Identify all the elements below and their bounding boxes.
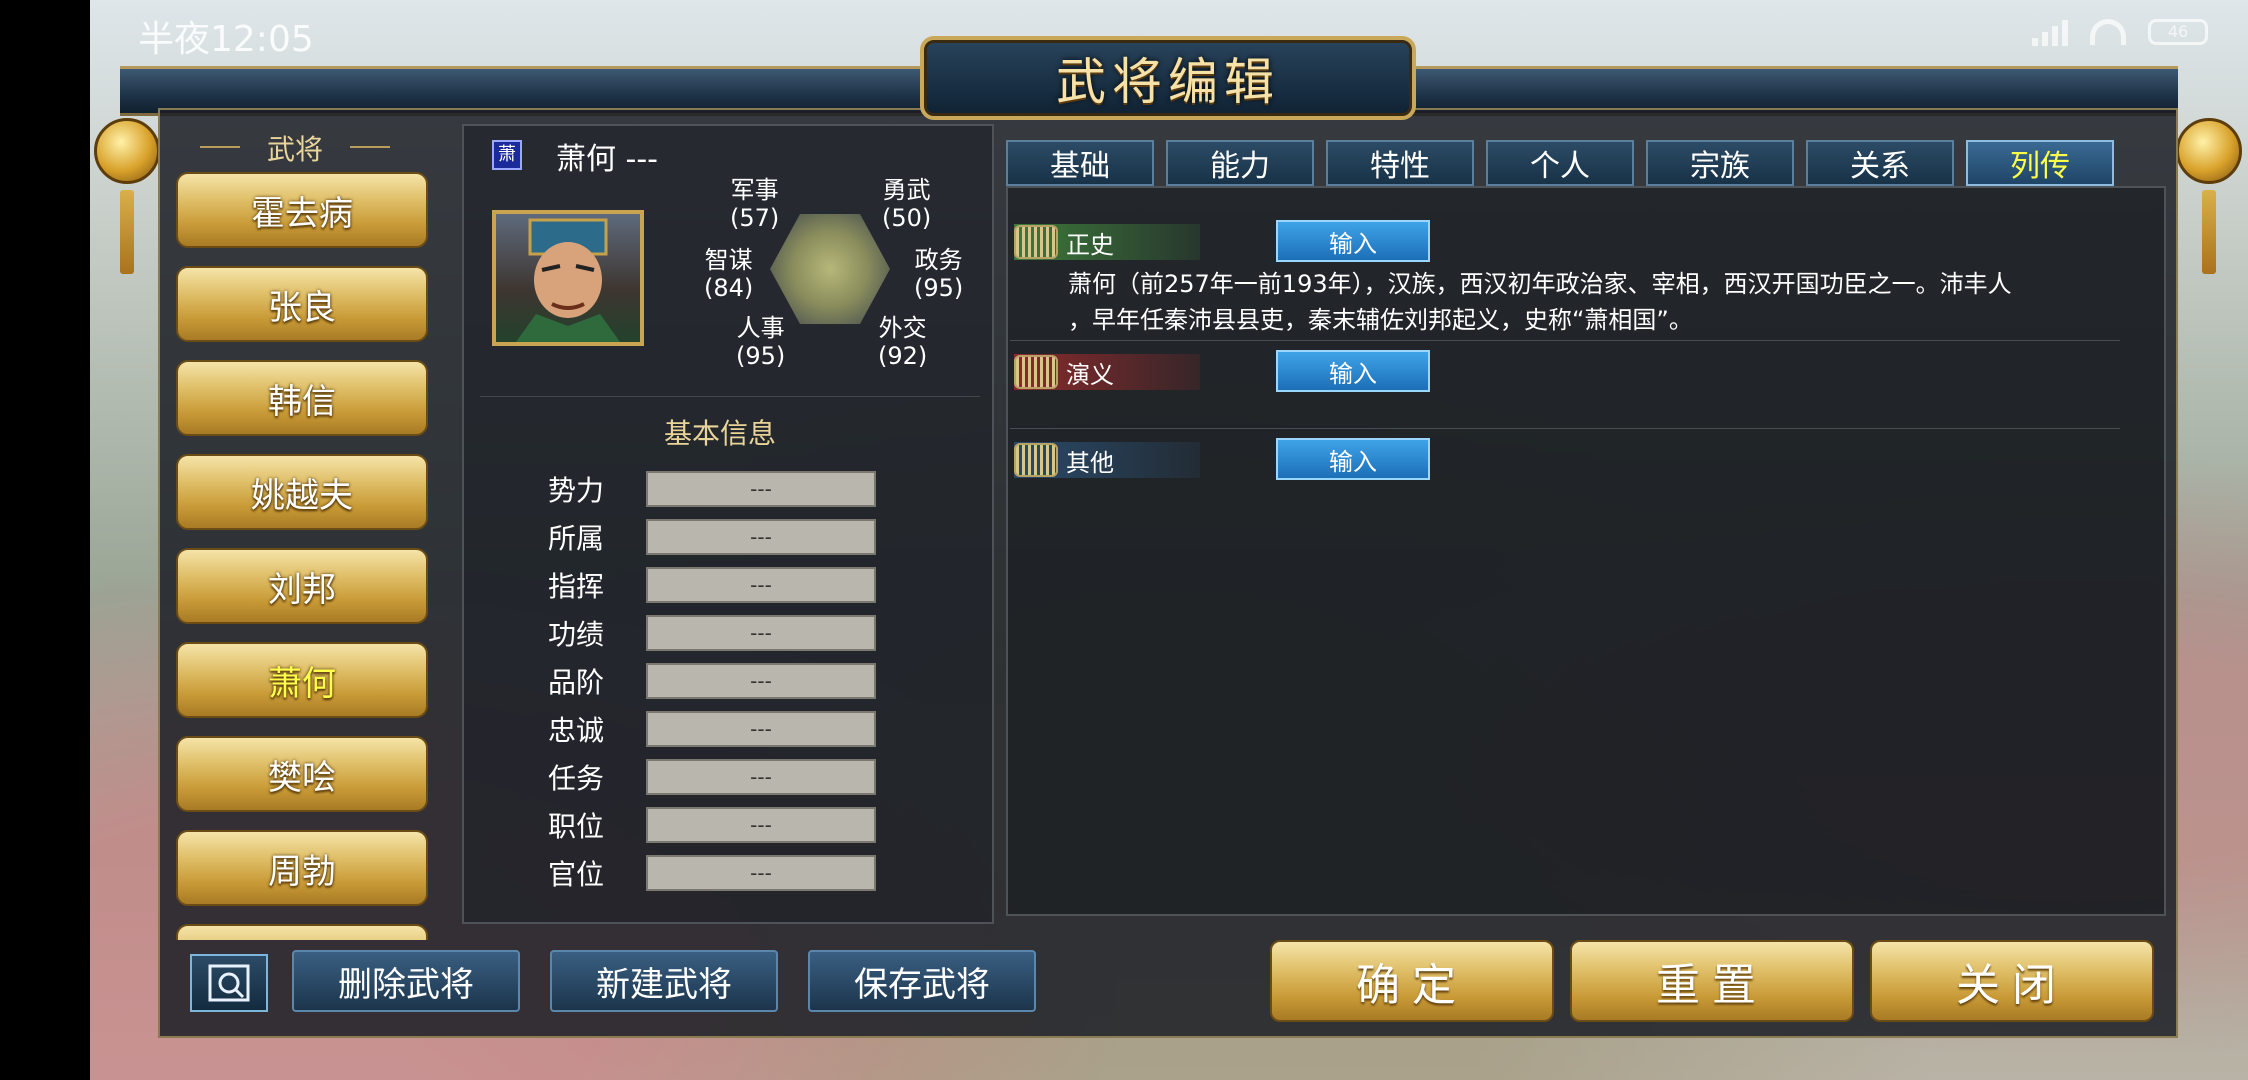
portrait-image[interactable]	[492, 210, 644, 346]
general-item-partial[interactable]	[176, 924, 428, 940]
info-row-command: 指挥 ---	[548, 564, 878, 606]
info-value[interactable]: ---	[646, 807, 876, 843]
section-divider	[1010, 428, 2120, 429]
stat-personnel: 人事 (95)	[736, 314, 786, 370]
info-value[interactable]: ---	[646, 663, 876, 699]
scroll-icon	[1014, 355, 1058, 389]
status-icons: 46	[2032, 18, 2208, 46]
search-button[interactable]	[190, 954, 268, 1012]
tab-biography[interactable]: 列传	[1966, 140, 2114, 186]
info-row-office: 官位 ---	[548, 852, 878, 894]
character-name: 萧何 ---	[556, 142, 659, 177]
status-time: 半夜12:05	[138, 19, 314, 60]
info-value[interactable]: ---	[646, 567, 876, 603]
info-row-position: 职位 ---	[548, 804, 878, 846]
battery-icon: 46	[2148, 19, 2208, 45]
stat-valor: 勇武 (50)	[882, 176, 932, 232]
general-item[interactable]: 姚越夫	[176, 454, 428, 530]
right-tassel-icon	[2202, 190, 2216, 274]
profile-divider	[480, 396, 980, 397]
scroll-icon	[1014, 225, 1058, 259]
signal-icon	[2032, 18, 2068, 46]
general-item[interactable]: 霍去病	[176, 172, 428, 248]
info-row-faction: 势力 ---	[548, 468, 878, 510]
portrait-face-icon	[516, 218, 620, 342]
general-item[interactable]: 张良	[176, 266, 428, 342]
close-button[interactable]: 关闭	[1870, 940, 2154, 1022]
confirm-button[interactable]: 确定	[1270, 940, 1554, 1022]
tab-bar: 基础 能力 特性 个人 宗族 关系 列传	[1006, 140, 2114, 186]
section-other: 其他	[1014, 442, 1200, 478]
general-item[interactable]: 刘邦	[176, 548, 428, 624]
info-row-affiliation: 所属 ---	[548, 516, 878, 558]
left-medallion-icon	[94, 118, 160, 184]
section-official-history: 正史	[1014, 224, 1200, 260]
official-history-text: 萧何（前257年一前193年），汉族，西汉初年政治家、宰相，西汉开国功臣之一。沛…	[1068, 270, 2012, 334]
general-item-selected[interactable]: 萧何	[176, 642, 428, 718]
basic-info-title: 基本信息	[663, 417, 776, 450]
info-value[interactable]: ---	[646, 711, 876, 747]
general-item[interactable]: 韩信	[176, 360, 428, 436]
reset-button[interactable]: 重置	[1570, 940, 1854, 1022]
stat-military: 军事 (57)	[730, 176, 780, 232]
info-row-loyalty: 忠诚 ---	[548, 708, 878, 750]
stat-diplomacy: 外交 (92)	[878, 314, 928, 370]
general-item[interactable]: 周勃	[176, 830, 428, 906]
tab-clan[interactable]: 宗族	[1646, 140, 1794, 186]
tab-traits[interactable]: 特性	[1326, 140, 1474, 186]
scroll-icon	[1014, 443, 1058, 477]
info-row-mission: 任务 ---	[548, 756, 878, 798]
section-romance: 演义	[1014, 354, 1200, 390]
save-general-button[interactable]: 保存武将	[808, 950, 1036, 1012]
info-row-merit: 功绩 ---	[548, 612, 878, 654]
roster-title: 武将	[180, 128, 410, 168]
stat-strategy: 智谋 (84)	[704, 246, 754, 302]
section-divider	[1010, 340, 2120, 341]
info-value[interactable]: ---	[646, 759, 876, 795]
delete-general-button[interactable]: 删除武将	[292, 950, 520, 1012]
romance-input-button[interactable]: 输入	[1276, 350, 1430, 392]
tab-ability[interactable]: 能力	[1166, 140, 1314, 186]
new-general-button[interactable]: 新建武将	[550, 950, 778, 1012]
info-value[interactable]: ---	[646, 471, 876, 507]
official-history-input-button[interactable]: 输入	[1276, 220, 1430, 262]
wifi-icon	[2090, 19, 2126, 45]
search-icon	[208, 964, 250, 1002]
info-value[interactable]: ---	[646, 855, 876, 891]
tab-relations[interactable]: 关系	[1806, 140, 1954, 186]
info-value[interactable]: ---	[646, 615, 876, 651]
stat-politics: 政务 (95)	[914, 246, 964, 302]
general-list[interactable]: 霍去病 张良 韩信 姚越夫 刘邦 萧何 樊哙 周勃	[176, 172, 428, 940]
info-row-rank: 品阶 ---	[548, 660, 878, 702]
other-input-button[interactable]: 输入	[1276, 438, 1430, 480]
tab-basic[interactable]: 基础	[1006, 140, 1154, 186]
dialog-title: 武将编辑	[920, 36, 1416, 120]
info-value[interactable]: ---	[646, 519, 876, 555]
right-medallion-icon	[2176, 118, 2242, 184]
tab-personal[interactable]: 个人	[1486, 140, 1634, 186]
left-tassel-icon	[120, 190, 134, 274]
character-badge: 萧	[492, 140, 522, 170]
general-item[interactable]: 樊哙	[176, 736, 428, 812]
